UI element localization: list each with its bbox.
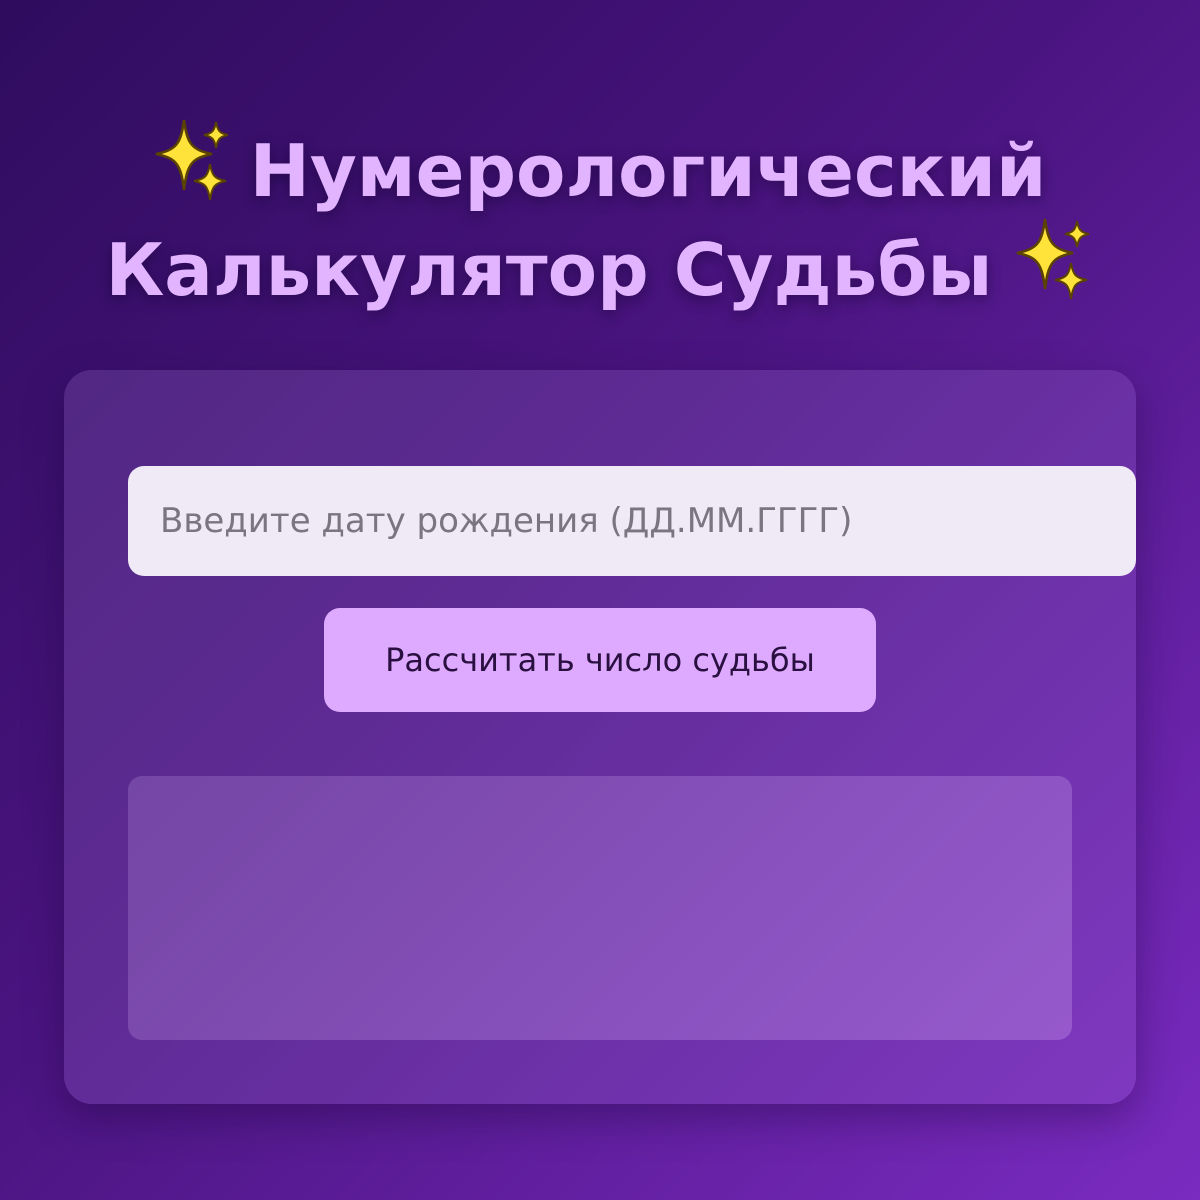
page-title: Нумерологический Калькулятор Судьбы (0, 118, 1200, 316)
title-line-2: Калькулятор Судьбы (0, 217, 1200, 316)
title-text-1: Нумерологический (249, 129, 1047, 213)
result-panel (128, 776, 1072, 1040)
title-text-2: Калькулятор Судьбы (105, 228, 993, 312)
sparkles-icon (1015, 217, 1095, 301)
sparkles-icon (154, 118, 234, 202)
birth-date-input[interactable] (128, 466, 1136, 576)
title-line-1: Нумерологический (0, 118, 1200, 217)
calculate-destiny-button[interactable]: Рассчитать число судьбы (324, 608, 876, 712)
